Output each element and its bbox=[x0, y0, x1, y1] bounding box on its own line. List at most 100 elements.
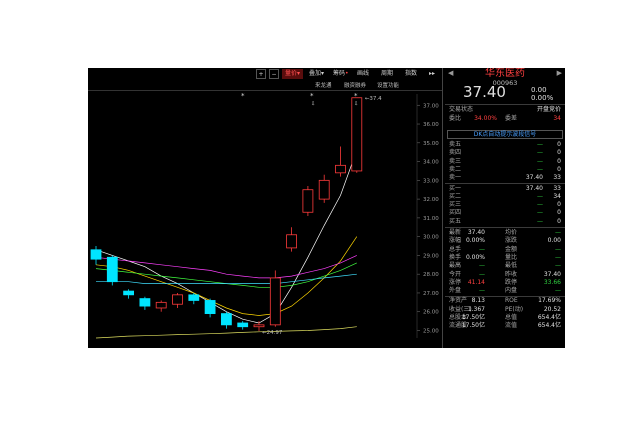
stat-label: 今开 bbox=[449, 270, 462, 278]
bid-price: — bbox=[537, 192, 543, 200]
candle-body bbox=[253, 324, 265, 328]
ask-row: 卖五 — 0 bbox=[445, 141, 565, 149]
stat-row: 涨幅 0.00% 涨跌 0.00 bbox=[445, 237, 565, 245]
ratio-label: 委比 bbox=[449, 115, 462, 122]
chips-button[interactable]: 筹码• bbox=[330, 69, 352, 79]
fund-label: ROE bbox=[505, 297, 518, 305]
y-tick-label: 31.00 bbox=[423, 216, 439, 222]
more-icon[interactable]: ▸▸ bbox=[426, 69, 438, 79]
divider-line bbox=[445, 227, 565, 228]
fund-row: 流通股 17.50亿 流值 654.4亿 bbox=[445, 322, 565, 330]
y-tick-label: 36.00 bbox=[423, 122, 439, 128]
candle-body bbox=[318, 179, 330, 200]
stat-value: 37.40 bbox=[543, 270, 561, 278]
candle-body bbox=[188, 294, 200, 301]
index-button[interactable]: 指数 bbox=[402, 69, 420, 79]
period-button[interactable]: 周期 bbox=[378, 69, 396, 79]
low-label: ←24.97 bbox=[262, 330, 283, 336]
stat-value: — bbox=[555, 253, 561, 261]
fund-row: 收益(三) 1.367 PE(动) 20.52 bbox=[445, 306, 565, 314]
zoom-out-button[interactable]: − bbox=[269, 69, 279, 79]
y-tick-label: 27.00 bbox=[423, 291, 439, 297]
stat-value: — bbox=[479, 287, 485, 295]
stat-value: — bbox=[479, 262, 485, 270]
bid-volume: 0 bbox=[557, 209, 561, 217]
y-tick-label: 35.00 bbox=[423, 141, 439, 147]
ask-row: 卖二 — 0 bbox=[445, 166, 565, 174]
ratio-value: 34.00% bbox=[474, 115, 497, 122]
subbar-item-2[interactable]: 设置功能 bbox=[377, 81, 399, 89]
fund-label: 流值 bbox=[505, 322, 518, 330]
bid-price: — bbox=[537, 209, 543, 217]
stat-row: 换手 0.00% 量比 — bbox=[445, 254, 565, 262]
stat-value: 41.14 bbox=[467, 278, 485, 286]
bid-volume: 0 bbox=[557, 201, 561, 209]
candlestick-chart[interactable]: 37.00 36.00 35.00 34.00 33.00 32.00 31.00 30.00… bbox=[88, 68, 448, 348]
stat-label: 涨跌 bbox=[505, 237, 518, 245]
ask-row: 卖四 — 0 bbox=[445, 149, 565, 157]
ma-line bbox=[95, 150, 358, 324]
subbar-item-1[interactable]: 融资融券 bbox=[344, 81, 366, 89]
dk-signal-notice[interactable]: DK点自动提示波段信号 bbox=[447, 130, 563, 139]
y-tick-label: 25.00 bbox=[423, 328, 439, 334]
stat-value: — bbox=[555, 229, 561, 236]
stat-label: 跌停 bbox=[505, 278, 518, 286]
candle-body bbox=[155, 301, 167, 309]
ask-row: 卖三 — 0 bbox=[445, 158, 565, 166]
panel-divider bbox=[442, 68, 443, 348]
y-tick-label: 37.00 bbox=[423, 103, 439, 109]
fund-value: 17.50亿 bbox=[461, 322, 485, 330]
candle-body bbox=[106, 256, 118, 283]
bid-price: 37.40 bbox=[525, 184, 543, 192]
fund-value: 1.367 bbox=[467, 305, 485, 313]
stat-label: 最高 bbox=[449, 262, 462, 270]
ask-volume: 0 bbox=[557, 149, 561, 157]
volume-price-button[interactable]: 量价▾ bbox=[282, 69, 304, 79]
draw-line-button[interactable]: 画线 bbox=[354, 69, 372, 79]
next-stock-icon[interactable]: ▶ bbox=[557, 68, 562, 79]
bid-volume: 0 bbox=[557, 217, 561, 225]
high-label: ←37.4 bbox=[365, 96, 382, 102]
candle-body bbox=[204, 300, 216, 314]
y-tick-label: 34.00 bbox=[423, 160, 439, 166]
ma-line bbox=[96, 273, 357, 284]
stat-label: 内盘 bbox=[505, 287, 518, 295]
quote-panel: ◀ 华东医药 ▶ 000963 37.40 0.00 0.00% 交易状态 开盘… bbox=[445, 68, 565, 348]
stat-value: — bbox=[479, 245, 485, 253]
stat-row: 最高 — 最低 — bbox=[445, 262, 565, 270]
price-change: 0.00 bbox=[531, 86, 547, 94]
y-tick-label: 26.00 bbox=[423, 310, 439, 316]
stock-app-window: 37.00 36.00 35.00 34.00 33.00 32.00 31.00 30.00… bbox=[88, 68, 565, 348]
candle-body bbox=[123, 290, 134, 296]
bid-label: 买二 bbox=[449, 192, 462, 200]
fund-label: PE(动) bbox=[505, 305, 524, 313]
bid-row: 买五 — 0 bbox=[445, 218, 565, 226]
stat-row: 总手 — 金额 — bbox=[445, 246, 565, 254]
zoom-in-button[interactable]: + bbox=[256, 69, 266, 79]
y-tick-label: 29.00 bbox=[423, 253, 439, 259]
stat-label: 最低 bbox=[505, 262, 518, 270]
stat-value: — bbox=[555, 245, 561, 253]
overlay-button[interactable]: 叠加▾ bbox=[306, 69, 327, 79]
stat-row: 外盘 — 内盘 — bbox=[445, 287, 565, 295]
volume-price-label: 量价 bbox=[285, 70, 298, 77]
stat-label: 换手 bbox=[449, 253, 462, 261]
y-tick-label: 33.00 bbox=[423, 178, 439, 184]
chart-toolbar: + − 量价▾ 叠加▾ 筹码• 画线 周期 指数 ▸▸ bbox=[88, 68, 448, 80]
y-tick-label: 28.00 bbox=[423, 272, 439, 278]
ask-price: 37.40 bbox=[525, 174, 543, 182]
candle-body bbox=[172, 294, 183, 305]
candle-body bbox=[237, 322, 249, 328]
status-row: 交易状态 开盘竞价 bbox=[445, 106, 565, 114]
stat-label: 金额 bbox=[505, 245, 518, 253]
status-value: 开盘竞价 bbox=[536, 106, 561, 113]
arrow-marker-icon: ⇩ bbox=[354, 101, 358, 107]
subbar-item-0[interactable]: 来龙通 bbox=[315, 81, 332, 89]
ma-line bbox=[95, 255, 357, 279]
ask-row: 卖一 37.40 33 bbox=[445, 174, 565, 182]
ask-volume: 0 bbox=[557, 157, 561, 165]
bid-row: 买二 — 34 bbox=[445, 193, 565, 201]
ask-price: — bbox=[537, 149, 543, 157]
ask-label: 卖一 bbox=[449, 174, 462, 182]
fund-value: 17.69% bbox=[538, 297, 561, 305]
